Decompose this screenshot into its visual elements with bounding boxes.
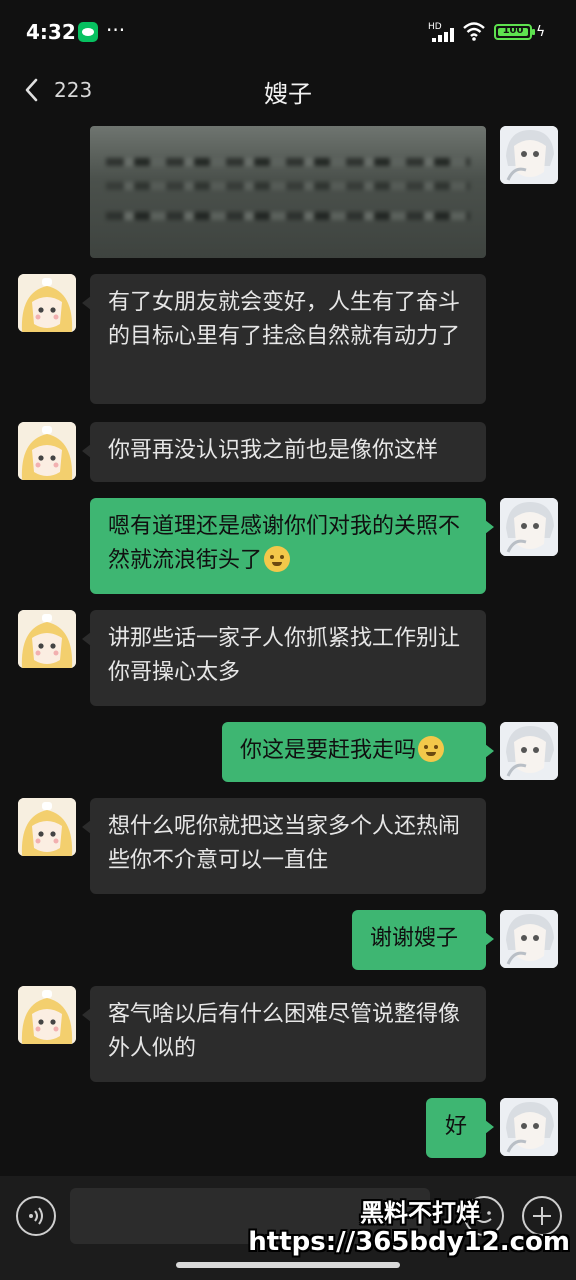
message-bubble-self[interactable]: 好 [426, 1098, 494, 1158]
status-bar: 4:32 ··· HD 100 ϟ [0, 0, 576, 64]
charging-icon: ϟ [536, 24, 546, 40]
wifi-icon [463, 22, 485, 41]
message-bubble-self[interactable]: 你这是要赶我走吗 [222, 722, 494, 782]
avatar-self[interactable] [500, 1098, 558, 1156]
avatar-self[interactable] [500, 498, 558, 556]
emoji-icon [264, 546, 291, 572]
blurred-image-message[interactable] [90, 126, 486, 258]
message-bubble-contact[interactable]: 想什么呢你就把这当家多个人还热闹些你不介意可以一直住 [82, 798, 486, 894]
watermark: 黑料不打烊 https://365bdy12.com [248, 1199, 570, 1257]
status-time: 4:32 [26, 20, 76, 44]
avatar-contact[interactable] [18, 986, 76, 1044]
avatar-contact-image [18, 798, 76, 856]
chat-header: 223 嫂子 [0, 64, 576, 118]
message-bubble-self[interactable]: 谢谢嫂子 [352, 910, 494, 970]
avatar-self[interactable] [500, 910, 558, 968]
battery-icon: 100 [494, 24, 535, 40]
avatar-contact[interactable] [18, 610, 76, 668]
avatar-self-image [500, 126, 558, 184]
avatar-contact[interactable] [18, 274, 76, 332]
chat-screen: 4:32 ··· HD 100 ϟ 223 嫂子 有了女朋友就会变好，人生有了奋… [0, 0, 576, 1280]
watermark-line-1: 黑料不打烊 [360, 1199, 480, 1227]
avatar-contact-image [18, 422, 76, 480]
avatar-contact[interactable] [18, 798, 76, 856]
more-notifications-icon: ··· [106, 18, 126, 42]
avatar-contact-image [18, 610, 76, 668]
message-bubble-contact[interactable]: 有了女朋友就会变好，人生有了奋斗的目标心里有了挂念自然就有动力了 [82, 274, 486, 404]
voice-input-button[interactable] [16, 1196, 56, 1236]
voice-icon [29, 1207, 43, 1225]
avatar-contact[interactable] [18, 422, 76, 480]
message-bubble-contact[interactable]: 客气啥以后有什么困难尽管说整得像外人似的 [82, 986, 486, 1082]
message-bubble-contact[interactable]: 讲那些话一家子人你抓紧找工作别让你哥操心太多 [82, 610, 486, 706]
signal-icon [432, 28, 456, 42]
chat-title: 嫂子 [264, 80, 312, 108]
avatar-self-image [500, 498, 558, 556]
avatar-self-image [500, 1098, 558, 1156]
wechat-notification-icon [78, 22, 98, 42]
avatar-self-image [500, 722, 558, 780]
battery-level: 100 [502, 25, 524, 36]
emoji-icon [418, 736, 445, 762]
avatar-contact-image [18, 274, 76, 332]
avatar-self-image [500, 910, 558, 968]
avatar-self[interactable] [500, 126, 558, 184]
message-bubble-contact[interactable]: 你哥再没认识我之前也是像你这样 [82, 422, 486, 482]
avatar-self[interactable] [500, 722, 558, 780]
message-text: 你这是要赶我走吗 [240, 738, 417, 763]
home-indicator[interactable] [176, 1262, 400, 1268]
message-bubble-self[interactable]: 嗯有道理还是感谢你们对我的关照不然就流浪街头了 [90, 498, 494, 594]
watermark-line-2: https://365bdy12.com [248, 1226, 570, 1257]
avatar-contact-image [18, 986, 76, 1044]
